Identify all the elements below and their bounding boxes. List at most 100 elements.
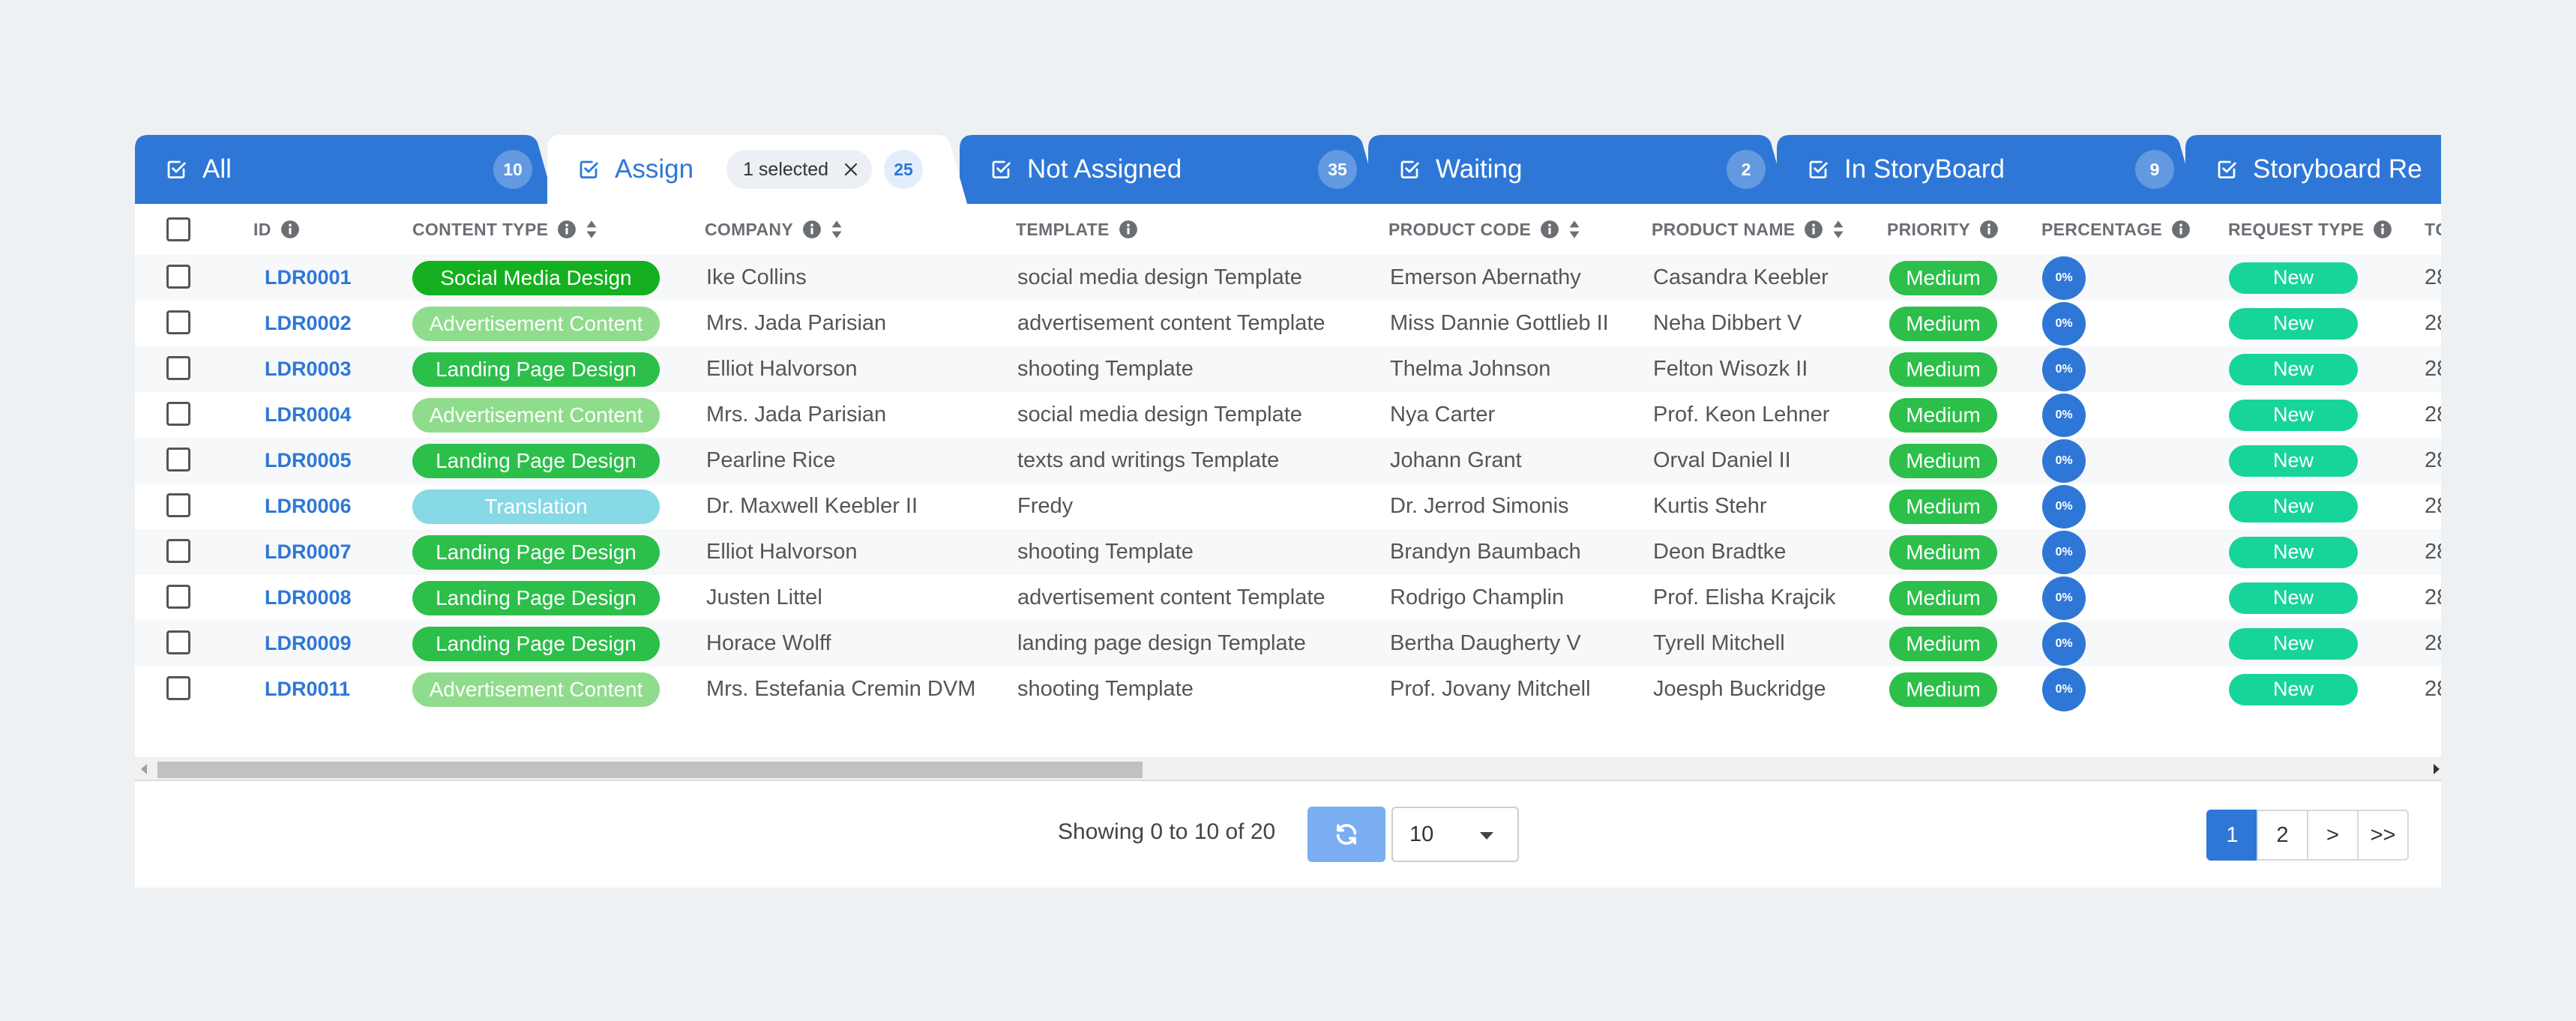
column-header-label: PRODUCT CODE	[1388, 219, 1532, 239]
template-cell: shooting Template	[1017, 540, 1194, 564]
scrollbar-thumb[interactable]	[157, 762, 1143, 778]
priority-cell: Medium	[1889, 301, 1997, 346]
percentage-cell: 0%	[2042, 392, 2086, 438]
column-header-product-code[interactable]: PRODUCT CODE	[1388, 204, 1580, 255]
table-row[interactable]: LDR0009 Landing Page Design Horace Wolff la…	[135, 621, 2441, 666]
percentage-circle: 0%	[2042, 301, 2086, 346]
tab-not-assigned[interactable]: Not Assigned 35	[960, 135, 1379, 204]
tab-in-storyboard[interactable]: In StoryBoard 9	[1777, 135, 2197, 204]
row-checkbox[interactable]	[166, 630, 190, 654]
column-header-request-type[interactable]: REQUEST TYPE	[2228, 204, 2392, 255]
table-row[interactable]: LDR0003 Landing Page Design Elliot Halvors…	[135, 346, 2441, 392]
table-row[interactable]: LDR0011 Advertisement Content Mrs. Estefan…	[135, 666, 2441, 712]
product-name-cell: Joesph Buckridge	[1653, 677, 1826, 701]
column-header-priority[interactable]: PRIORITY	[1887, 204, 1999, 255]
column-header-id[interactable]: ID	[253, 204, 300, 255]
scroll-left-icon[interactable]	[141, 764, 147, 774]
select-all-checkbox[interactable]	[166, 217, 190, 241]
info-icon[interactable]	[1979, 220, 1999, 239]
next-column-cell: 28	[2425, 631, 2441, 655]
id-link[interactable]: LDR0011	[265, 678, 350, 701]
id-link[interactable]: LDR0006	[265, 495, 352, 518]
column-header-company[interactable]: COMPANY	[705, 204, 843, 255]
info-icon[interactable]	[557, 220, 577, 239]
row-checkbox[interactable]	[166, 310, 190, 334]
tab-all[interactable]: All 10	[135, 135, 555, 204]
company-cell: Elliot Halvorson	[706, 540, 858, 564]
info-icon[interactable]	[1119, 220, 1138, 239]
row-checkbox[interactable]	[166, 585, 190, 609]
page-size-select[interactable]: 10	[1391, 807, 1519, 862]
id-link[interactable]: LDR0003	[265, 358, 352, 381]
tab-content: Not Assigned 35	[960, 135, 1379, 204]
content-type-badge: Landing Page Design	[412, 626, 660, 661]
id-link[interactable]: LDR0002	[265, 312, 352, 335]
row-checkbox[interactable]	[166, 676, 190, 700]
row-checkbox[interactable]	[166, 265, 190, 289]
info-icon[interactable]	[2171, 220, 2191, 239]
table-row[interactable]: LDR0004 Advertisement Content Mrs. Jada Pa…	[135, 392, 2441, 438]
last-page-button[interactable]: >>	[2357, 810, 2409, 861]
column-header-label: TC	[2425, 219, 2441, 239]
scroll-right-icon[interactable]	[2434, 764, 2440, 774]
page-2-button[interactable]: 2	[2257, 810, 2308, 861]
info-icon[interactable]	[1540, 220, 1559, 239]
tab-count-badge: 10	[493, 150, 532, 189]
id-link[interactable]: LDR0009	[265, 632, 352, 655]
sort-icon[interactable]	[586, 220, 598, 239]
tab-assign[interactable]: Assign 1 selected 25	[547, 135, 967, 204]
info-icon[interactable]	[2373, 220, 2392, 239]
next-page-button[interactable]: >	[2307, 810, 2359, 861]
page-1-button[interactable]: 1	[2206, 810, 2258, 861]
template-cell: texts and writings Template	[1017, 448, 1280, 472]
column-header-product-name[interactable]: PRODUCT NAME	[1652, 204, 1844, 255]
table-row[interactable]: LDR0007 Landing Page Design Elliot Halvors…	[135, 529, 2441, 575]
column-header-label: PERCENTAGE	[2041, 219, 2163, 239]
info-icon[interactable]	[280, 220, 300, 239]
id-link[interactable]: LDR0007	[265, 540, 352, 564]
next-column-cell: 28	[2425, 585, 2441, 609]
row-checkbox[interactable]	[166, 356, 190, 380]
table-row[interactable]: LDR0006 Translation Dr. Maxwell Keebler II…	[135, 484, 2441, 529]
table-row[interactable]: LDR0001 Social Media Design Ike Collins soc…	[135, 255, 2441, 301]
column-header-template[interactable]: TEMPLATE	[1016, 204, 1138, 255]
horizontal-scrollbar[interactable]	[135, 757, 2441, 781]
info-icon[interactable]	[802, 220, 822, 239]
row-checkbox[interactable]	[166, 493, 190, 517]
next-column-cell: 28	[2425, 540, 2441, 564]
selected-chip[interactable]: 1 selected	[726, 150, 873, 189]
id-link[interactable]: LDR0008	[265, 586, 352, 609]
sort-icon[interactable]	[1832, 220, 1844, 239]
column-header-label: PRODUCT NAME	[1652, 219, 1796, 239]
priority-badge: Medium	[1889, 626, 1997, 661]
sort-icon[interactable]	[831, 220, 843, 239]
row-checkbox[interactable]	[166, 402, 190, 426]
column-header-percentage[interactable]: PERCENTAGE	[2041, 204, 2191, 255]
row-checkbox[interactable]	[166, 448, 190, 472]
product-name-cell: Casandra Keebler	[1653, 265, 1829, 289]
showing-text: Showing 0 to 10 of 20	[1058, 819, 1276, 844]
table-row[interactable]: LDR0005 Landing Page Design Pearline Rice t…	[135, 438, 2441, 484]
refresh-button[interactable]	[1307, 807, 1385, 862]
column-header-content-type[interactable]: CONTENT TYPE	[412, 204, 598, 255]
content-type-cell: Translation	[412, 484, 660, 529]
product-code-cell: Nya Carter	[1390, 403, 1496, 427]
priority-cell: Medium	[1889, 392, 1997, 438]
id-link[interactable]: LDR0005	[265, 449, 352, 472]
product-code-cell: Bertha Daugherty V	[1390, 631, 1581, 655]
sort-icon[interactable]	[1568, 220, 1580, 239]
row-checkbox[interactable]	[166, 539, 190, 563]
column-header-next[interactable]: TC	[2425, 204, 2441, 255]
content-type-cell: Landing Page Design	[412, 621, 660, 666]
table-row[interactable]: LDR0002 Advertisement Content Mrs. Jada Pa…	[135, 301, 2441, 346]
id-link[interactable]: LDR0001	[265, 266, 352, 289]
company-cell: Horace Wolff	[706, 631, 831, 655]
table-row[interactable]: LDR0008 Landing Page Design Justen Littel a…	[135, 575, 2441, 621]
tab-waiting[interactable]: Waiting 2	[1368, 135, 1788, 204]
tab-storyboard-re[interactable]: Storyboard Re	[2185, 135, 2441, 204]
id-link[interactable]: LDR0004	[265, 403, 352, 427]
info-icon[interactable]	[1804, 220, 1823, 239]
next-column-cell: 28	[2425, 448, 2441, 472]
close-icon[interactable]	[843, 162, 858, 177]
content-type-badge: Landing Page Design	[412, 443, 660, 478]
